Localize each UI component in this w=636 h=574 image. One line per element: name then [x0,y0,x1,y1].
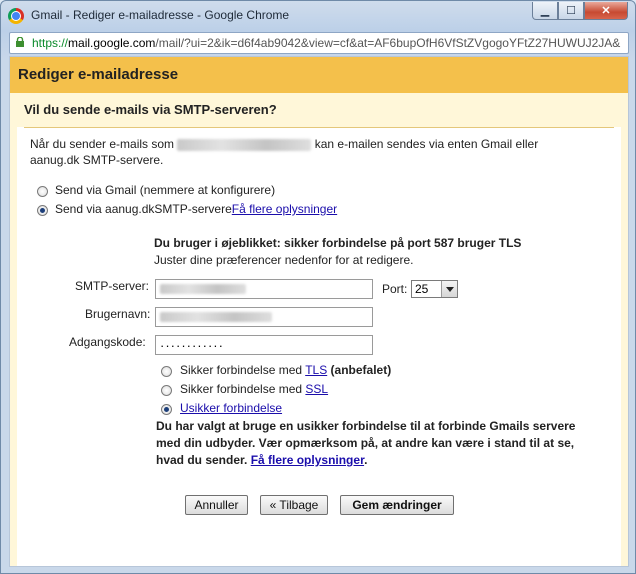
ssl-link[interactable]: SSL [305,382,328,396]
radio-tls[interactable] [161,366,172,377]
username-input[interactable] [155,307,373,327]
radio-send-smtp[interactable] [37,205,48,216]
insecure-link[interactable]: Usikker forbindelse [180,401,282,415]
redacted-email [177,138,312,151]
chevron-down-icon[interactable] [441,281,457,297]
url-host: mail.google.com [68,36,156,50]
username-label: Brugernavn: [85,307,151,321]
option-insecure[interactable]: Usikker forbindelse [180,401,282,415]
maximize-button[interactable]: ☐ [558,2,584,20]
dialog-header: Rediger e-mailadresse [10,57,628,94]
intro-part2: kan e-mailen sendes via enten Gmail elle… [314,137,539,151]
option-tls[interactable]: Sikker forbindelse med TLS (anbefalet) [180,363,391,377]
radio-ssl[interactable] [161,385,172,396]
redacted-username [160,312,272,322]
password-mask: ············ [160,338,224,353]
option-tls-suffix: (anbefalet) [327,363,392,377]
smtp-server-label: SMTP-server: [75,279,150,293]
port-label: Port: [382,282,408,296]
divider [24,127,614,128]
close-button[interactable]: ✕ [584,2,628,20]
redacted-smtp-server [160,284,246,294]
question-band: Vil du sende e-mails via SMTP-serveren? [17,93,621,127]
warning-learn-more-link[interactable]: Få flere oplysninger [251,453,364,467]
status-heading: Du bruger i øjeblikket: sikker forbindel… [154,236,522,250]
option-tls-prefix: Sikker forbindelse med [180,363,306,377]
smtp-server-input[interactable] [155,279,373,299]
option-ssl-prefix: Sikker forbindelse med [180,382,306,396]
cancel-button[interactable]: Annuller [185,495,248,515]
option-send-smtp-label: Send via aanug.dkSMTP-servere [55,202,232,216]
window-controls: ▁ ☐ ✕ [532,2,628,20]
status-subtext: Juster dine præferencer nedenfor for at … [154,253,414,267]
option-ssl[interactable]: Sikker forbindelse med SSL [180,382,328,396]
url-text: https://mail.google.com/mail/?ui=2&ik=d6… [32,36,620,50]
url-scheme: https:// [32,36,69,50]
window-title: Gmail - Rediger e-mailadresse - Google C… [31,8,290,22]
intro-part1: Når du sender e-mails som [30,137,175,151]
intro-text: Når du sender e-mails som kan e-mailen s… [30,137,538,151]
question-heading: Vil du sende e-mails via SMTP-serveren? [24,102,277,117]
option-send-smtp[interactable]: Send via aanug.dkSMTP-servereFå flere op… [55,202,337,216]
minimize-button[interactable]: ▁ [532,2,558,20]
url-path: /mail/?ui=2&ik=d6f4ab9042&view=cf&at=AF6… [155,36,621,50]
radio-insecure[interactable] [161,404,172,415]
title-bar[interactable]: Gmail - Rediger e-mailadresse - Google C… [1,1,635,31]
dialog-body: Vil du sende e-mails via SMTP-serveren? … [17,93,621,566]
page-content: Rediger e-mailadresse Vil du sende e-mai… [9,56,629,567]
lock-icon [16,37,24,47]
password-input[interactable]: ············ [155,335,373,355]
chrome-icon [8,8,24,24]
back-button[interactable]: « Tilbage [260,495,328,515]
address-bar[interactable]: https://mail.google.com/mail/?ui=2&ik=d6… [9,32,629,54]
intro-line2: aanug.dk SMTP-servere. [30,153,164,167]
learn-more-link[interactable]: Få flere oplysninger [232,202,337,216]
port-select[interactable]: 25 [411,280,458,298]
option-send-gmail[interactable]: Send via Gmail (nemmere at konfigurere) [55,183,275,197]
save-button[interactable]: Gem ændringer [340,495,454,515]
browser-window: Gmail - Rediger e-mailadresse - Google C… [0,0,636,574]
tls-link[interactable]: TLS [305,363,327,377]
radio-send-gmail[interactable] [37,186,48,197]
port-value: 25 [415,282,429,296]
password-label: Adgangskode: [69,335,146,349]
dialog-title: Rediger e-mailadresse [18,66,179,83]
warning-text: Du har valgt at bruge en usikker forbind… [156,418,596,469]
warning-end: . [364,453,368,467]
